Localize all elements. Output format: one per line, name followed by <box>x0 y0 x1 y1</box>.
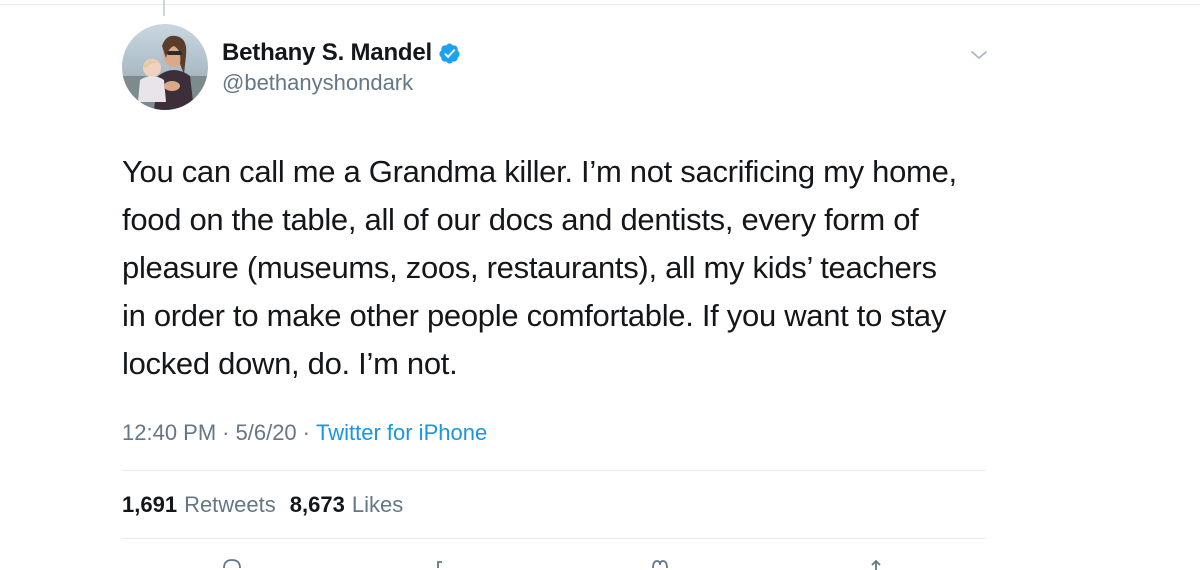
verified-badge-icon <box>438 42 461 65</box>
tweet-stats: 1,691 Retweets 8,673 Likes <box>122 492 403 518</box>
tweet-text-line: pleasure (museums, zoos, restaurants), a… <box>122 250 937 285</box>
likes-stat[interactable]: 8,673 Likes <box>290 492 403 518</box>
divider <box>122 538 986 539</box>
avatar[interactable] <box>122 24 208 110</box>
like-icon[interactable] <box>648 556 672 570</box>
tweet-text: You can call me a Grandma killer. I’m no… <box>122 148 1002 388</box>
tweet-text-line: in order to make other people comfortabl… <box>122 298 947 333</box>
retweets-label: Retweets <box>184 492 276 517</box>
tweet-date[interactable]: 5/6/20 <box>236 420 297 446</box>
likes-label: Likes <box>351 492 404 517</box>
display-name[interactable]: Bethany S. Mandel <box>222 39 432 67</box>
handle[interactable]: @bethanyshondark <box>222 70 461 96</box>
tweet-source-link[interactable]: Twitter for iPhone <box>316 420 487 446</box>
reply-icon[interactable] <box>220 556 244 570</box>
retweet-icon[interactable] <box>432 556 456 570</box>
meta-separator: · <box>302 420 310 445</box>
tweet-text-line: food on the table, all of our docs and d… <box>122 202 919 237</box>
name-row: Bethany S. Mandel <box>222 38 461 68</box>
tweet: Bethany S. Mandel @bethanyshondark You c… <box>0 0 1200 570</box>
chevron-down-icon[interactable] <box>968 44 990 66</box>
tweet-text-line: You can call me a Grandma killer. I’m no… <box>122 154 957 189</box>
tweet-time[interactable]: 12:40 PM <box>122 420 216 446</box>
meta-separator: · <box>222 420 230 445</box>
share-icon[interactable] <box>864 556 888 570</box>
retweets-stat[interactable]: 1,691 Retweets <box>122 492 276 518</box>
tweet-text-line: locked down, do. I’m not. <box>122 346 458 381</box>
likes-count: 8,673 <box>289 492 345 517</box>
author-block: Bethany S. Mandel @bethanyshondark <box>222 38 461 96</box>
retweets-count: 1,691 <box>122 492 178 517</box>
divider <box>122 470 986 471</box>
tweet-meta: 12:40 PM · 5/6/20 · Twitter for iPhone <box>122 420 487 446</box>
